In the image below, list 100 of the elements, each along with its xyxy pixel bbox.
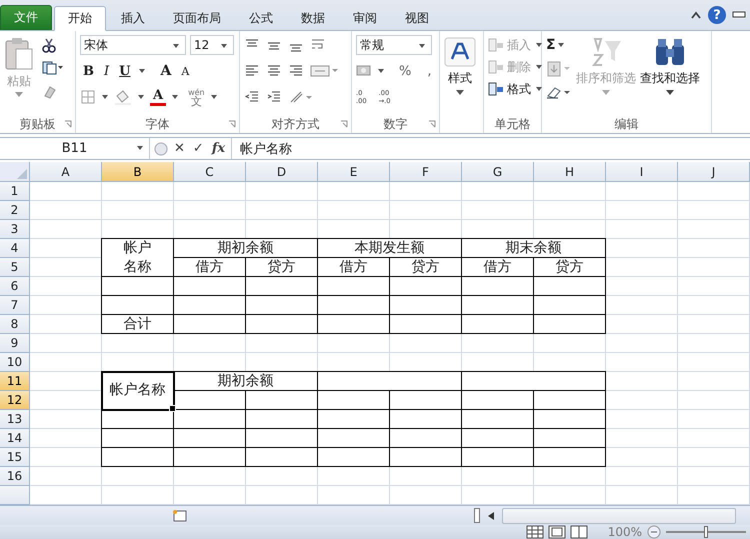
page-layout-icon[interactable]: [548, 525, 566, 539]
row-header[interactable]: 13: [0, 410, 30, 429]
table-cell[interactable]: [174, 277, 246, 296]
help-button[interactable]: ?: [708, 6, 726, 24]
caret-icon[interactable]: [102, 95, 108, 99]
table-cell[interactable]: [318, 391, 390, 410]
table-cell[interactable]: [246, 296, 318, 315]
shrink-font-button[interactable]: A: [178, 64, 192, 78]
insert-function-button[interactable]: fx: [210, 141, 228, 156]
row-header[interactable]: 6: [0, 277, 30, 296]
table-cell[interactable]: [534, 429, 606, 448]
align-left-icon[interactable]: [244, 64, 260, 78]
table-cell[interactable]: [102, 410, 174, 429]
table-cell[interactable]: [390, 277, 462, 296]
table-cell[interactable]: [174, 315, 246, 334]
comma-style-button[interactable]: ,: [424, 64, 434, 78]
autosum-button[interactable]: Σ: [546, 37, 566, 53]
table-cell[interactable]: [174, 410, 246, 429]
fill-color-icon[interactable]: [114, 89, 132, 105]
table-cell[interactable]: [102, 429, 174, 448]
currency-icon[interactable]: [356, 64, 372, 78]
enter-button[interactable]: ✓: [190, 141, 206, 156]
caret-icon[interactable]: [137, 146, 143, 150]
table-cell[interactable]: [102, 296, 174, 315]
table-cell[interactable]: [246, 315, 318, 334]
formula-input[interactable]: 帐户名称: [231, 138, 750, 159]
ribbon-tab[interactable]: 审阅: [340, 6, 390, 31]
table-cell[interactable]: [318, 372, 462, 391]
eraser-icon[interactable]: [546, 85, 572, 99]
table-cell[interactable]: [318, 277, 390, 296]
table-cell[interactable]: 期初余额: [174, 372, 318, 391]
column-header[interactable]: E: [318, 162, 390, 182]
dialog-launcher-icon[interactable]: [228, 120, 236, 128]
row-header[interactable]: 14: [0, 429, 30, 448]
resize-handle-icon[interactable]: [154, 140, 168, 156]
table-cell[interactable]: [390, 296, 462, 315]
table-cell[interactable]: 贷方: [246, 258, 318, 277]
collapse-ribbon-icon[interactable]: [690, 10, 702, 20]
table-cell[interactable]: 合计: [102, 315, 174, 334]
column-header[interactable]: C: [174, 162, 246, 182]
table-cell[interactable]: [102, 277, 174, 296]
page-break-icon[interactable]: [570, 525, 588, 539]
row-header[interactable]: 2: [0, 201, 30, 220]
row-header[interactable]: 15: [0, 448, 30, 467]
ribbon-tab[interactable]: 数据: [288, 6, 338, 31]
zoom-out-icon[interactable]: [646, 525, 662, 539]
table-cell[interactable]: 期末余额: [462, 239, 606, 258]
column-header[interactable]: B: [102, 162, 174, 182]
cancel-button[interactable]: ✕: [172, 141, 187, 156]
column-header[interactable]: F: [390, 162, 462, 182]
row-header[interactable]: 9: [0, 334, 30, 353]
ribbon-tab[interactable]: 视图: [392, 6, 442, 31]
bold-button[interactable]: B: [80, 64, 97, 78]
horizontal-scrollbar[interactable]: [502, 508, 736, 524]
table-cell[interactable]: [390, 315, 462, 334]
number-format-dropdown[interactable]: 常规: [356, 35, 432, 55]
table-cell[interactable]: [534, 448, 606, 467]
caret-icon[interactable]: [139, 69, 146, 73]
table-cell[interactable]: [174, 391, 246, 410]
zoom-slider-thumb[interactable]: [704, 526, 708, 538]
table-cell[interactable]: 贷方: [534, 258, 606, 277]
styles-button[interactable]: 样式: [444, 35, 476, 115]
table-cell[interactable]: [390, 391, 462, 410]
grow-font-button[interactable]: A: [157, 63, 174, 79]
dialog-launcher-icon[interactable]: [64, 120, 72, 128]
ribbon-tab[interactable]: 插入: [108, 6, 158, 31]
dialog-launcher-icon[interactable]: [340, 120, 348, 128]
row-header[interactable]: 4: [0, 239, 30, 258]
table-cell[interactable]: [534, 296, 606, 315]
column-header[interactable]: A: [30, 162, 102, 182]
table-cell[interactable]: [534, 277, 606, 296]
file-tab[interactable]: 文件: [0, 5, 52, 30]
table-cell[interactable]: 借方: [318, 258, 390, 277]
copy-icon[interactable]: [42, 61, 64, 75]
row-header[interactable]: 16: [0, 467, 30, 486]
row-header[interactable]: 12: [0, 391, 30, 410]
table-cell[interactable]: [246, 448, 318, 467]
table-cell[interactable]: [318, 429, 390, 448]
caret-icon[interactable]: [210, 95, 217, 99]
row-header[interactable]: 10: [0, 353, 30, 372]
row-header[interactable]: 3: [0, 220, 30, 239]
decrease-indent-icon[interactable]: [244, 90, 260, 104]
increase-indent-icon[interactable]: [266, 90, 282, 104]
normal-view-icon[interactable]: [526, 525, 544, 539]
column-header[interactable]: I: [606, 162, 678, 182]
font-size-dropdown[interactable]: 12: [190, 35, 234, 55]
ribbon-tab[interactable]: 公式: [236, 6, 286, 31]
fill-down-icon[interactable]: [546, 61, 572, 77]
row-header[interactable]: 11: [0, 372, 30, 391]
merge-center-icon[interactable]: [310, 64, 338, 78]
table-cell[interactable]: [534, 410, 606, 429]
phonetic-guide-button[interactable]: wén 文: [188, 88, 205, 106]
table-cell[interactable]: [246, 391, 318, 410]
table-cell[interactable]: 帐户名称: [102, 239, 174, 277]
dialog-launcher-icon[interactable]: [428, 120, 436, 128]
row-header[interactable]: 8: [0, 315, 30, 334]
table-cell[interactable]: [102, 448, 174, 467]
split-handle[interactable]: [474, 508, 480, 523]
underline-button[interactable]: U: [116, 64, 134, 78]
table-cell[interactable]: 本期发生额: [318, 239, 462, 258]
